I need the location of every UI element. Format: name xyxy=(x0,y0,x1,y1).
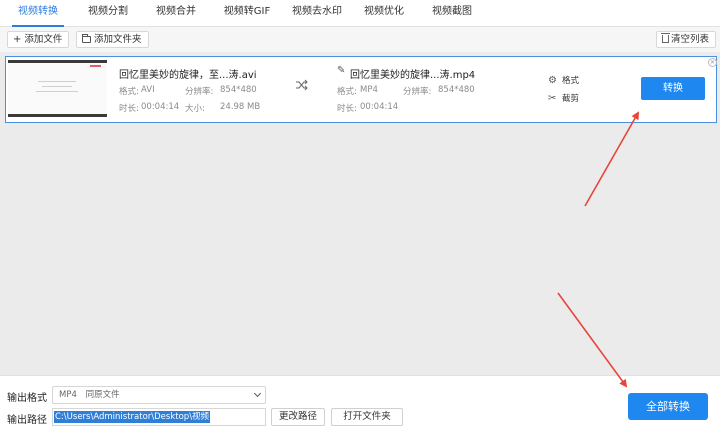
source-file-name: 回忆里美妙的旋律，至...涛.avi xyxy=(119,70,257,81)
output-duration-label: 时长: xyxy=(337,104,357,114)
source-resolution-value: 854*480 xyxy=(220,85,257,95)
add-file-label: 添加文件 xyxy=(24,34,63,45)
plus-icon: + xyxy=(13,34,22,45)
cut-button[interactable]: ✂ 截剪 xyxy=(548,92,579,104)
tab-video-optimize[interactable]: 视频优化 xyxy=(358,0,410,27)
folder-icon xyxy=(82,34,91,43)
source-resolution-label: 分辨率: xyxy=(185,87,214,97)
pencil-icon[interactable]: ✎ xyxy=(337,65,345,76)
format-settings-label: 格式 xyxy=(562,76,580,86)
cut-label: 截剪 xyxy=(562,94,580,104)
output-path-label: 输出路径 xyxy=(7,415,47,426)
output-format-label: 输出格式 xyxy=(7,393,47,404)
tab-video-convert[interactable]: 视频转换 xyxy=(12,0,64,27)
source-format-label: 格式: xyxy=(119,87,139,97)
close-icon[interactable]: ✕ xyxy=(708,58,717,67)
tab-bar: 视频转换 视频分割 视频合并 视频转GIF 视频去水印 视频优化 视频截图 xyxy=(0,0,720,27)
convert-button[interactable]: 转换 xyxy=(641,77,705,100)
tab-video-merge[interactable]: 视频合并 xyxy=(150,0,202,27)
format-settings-button[interactable]: ⚙ 格式 xyxy=(548,74,579,86)
output-format-select-note: 同原文件 xyxy=(85,390,120,400)
toolbar: + 添加文件 添加文件夹 清空列表 xyxy=(0,27,720,52)
thumbnail-line xyxy=(42,86,72,87)
output-resolution-label: 分辨率: xyxy=(403,87,432,97)
source-duration-value: 00:04:14 xyxy=(141,102,180,112)
output-path-value: C:\Users\Administrator\Desktop\视频 xyxy=(54,411,211,423)
tab-video-split[interactable]: 视频分割 xyxy=(82,0,134,27)
output-duration-value: 00:04:14 xyxy=(360,102,399,112)
output-resolution-value: 854*480 xyxy=(438,85,475,95)
convert-all-button[interactable]: 全部转换 xyxy=(628,393,708,420)
tab-video-remove-watermark[interactable]: 视频去水印 xyxy=(286,0,348,27)
open-folder-button[interactable]: 打开文件夹 xyxy=(331,408,403,426)
output-settings-panel: 输出格式 MP4 同原文件 输出路径 C:\Users\Administrato… xyxy=(0,375,720,433)
chevron-down-icon xyxy=(253,389,262,398)
source-duration-label: 时长: xyxy=(119,104,139,114)
thumbnail-line xyxy=(38,81,76,82)
source-format-value: AVI xyxy=(141,85,155,95)
add-folder-label: 添加文件夹 xyxy=(94,34,142,45)
output-format-label: 格式: xyxy=(337,87,357,97)
clear-list-button[interactable]: 清空列表 xyxy=(656,31,717,48)
thumbnail-logo xyxy=(90,65,101,67)
output-path-input[interactable]: C:\Users\Administrator\Desktop\视频 xyxy=(52,408,266,426)
shuffle-icon xyxy=(296,79,308,91)
output-file-name[interactable]: 回忆里美妙的旋律...涛.mp4 xyxy=(350,66,475,81)
add-folder-button[interactable]: 添加文件夹 xyxy=(76,31,149,48)
source-size-value: 24.98 MB xyxy=(220,102,261,112)
output-format-select[interactable]: MP4 同原文件 xyxy=(52,386,266,404)
thumbnail-line xyxy=(36,91,78,92)
trash-icon xyxy=(661,33,670,43)
video-thumbnail xyxy=(8,60,107,117)
source-size-label: 大小: xyxy=(185,104,205,114)
scissors-icon: ✂ xyxy=(548,93,557,104)
tab-video-to-gif[interactable]: 视频转GIF xyxy=(218,0,276,27)
file-list: 回忆里美妙的旋律，至...涛.avi 格式: AVI 分辨率: 854*480 … xyxy=(0,52,720,375)
file-row[interactable]: 回忆里美妙的旋律，至...涛.avi 格式: AVI 分辨率: 854*480 … xyxy=(5,56,717,123)
output-format-select-value: MP4 xyxy=(59,390,77,400)
change-path-button[interactable]: 更改路径 xyxy=(271,408,325,426)
output-format-value: MP4 xyxy=(360,85,378,95)
gear-icon: ⚙ xyxy=(548,75,557,86)
tab-video-screenshot[interactable]: 视频截图 xyxy=(426,0,478,27)
clear-list-label: 清空列表 xyxy=(671,34,710,45)
add-file-button[interactable]: + 添加文件 xyxy=(7,31,70,48)
